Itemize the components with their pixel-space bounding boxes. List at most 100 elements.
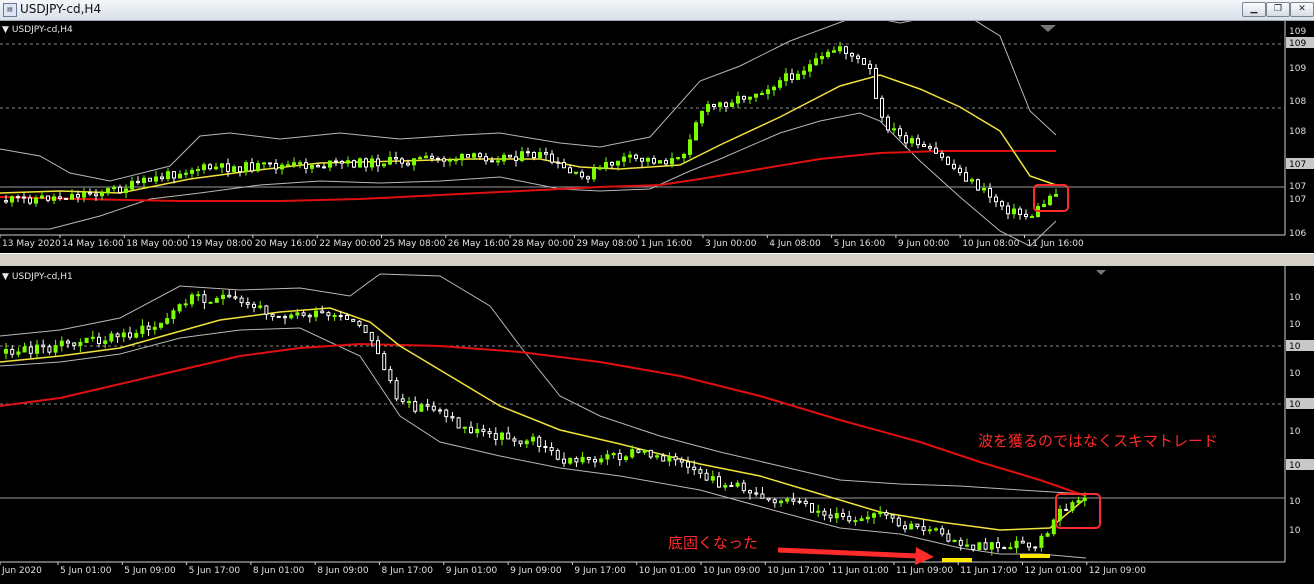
- candle-body: [283, 316, 287, 319]
- time-label: 9 Jun 17:00: [574, 566, 626, 576]
- candle-body: [742, 95, 746, 100]
- close-button[interactable]: ✕: [1290, 2, 1314, 17]
- candle-body: [232, 166, 236, 172]
- candle-body: [983, 542, 988, 550]
- candle-body: [766, 497, 771, 501]
- candle-body: [289, 314, 294, 319]
- candle-body: [838, 46, 842, 52]
- bottomed-annotation: 底固くなった: [668, 534, 759, 552]
- time-label: 25 May 08:00: [384, 239, 446, 249]
- candle-body: [400, 398, 405, 403]
- candle-body: [454, 159, 458, 162]
- candle-body: [298, 162, 302, 165]
- candle-body: [994, 196, 998, 203]
- candle-body: [352, 160, 356, 168]
- candle-body: [16, 196, 20, 199]
- candle-body: [250, 162, 254, 172]
- candle-body: [610, 161, 614, 166]
- candle-body: [676, 157, 680, 160]
- candle-body: [1048, 195, 1052, 206]
- candle-body: [90, 336, 95, 339]
- candle-body: [1002, 547, 1007, 550]
- candle-body: [736, 95, 740, 104]
- candle-body: [118, 186, 122, 193]
- candle-body: [717, 476, 721, 488]
- time-label: 28 May 00:00: [512, 239, 574, 249]
- candle-body: [874, 67, 878, 99]
- chart-splitter[interactable]: [0, 253, 1314, 267]
- candle-body: [934, 147, 938, 154]
- skim-trade-annotation: 波を獲るのではなくスキマトレード: [978, 432, 1219, 450]
- candle-body: [520, 151, 524, 161]
- candle-body: [388, 369, 393, 382]
- candle-body: [841, 513, 845, 517]
- candle-body: [152, 326, 157, 330]
- candle-body: [109, 333, 114, 342]
- candle-body: [778, 80, 782, 88]
- candle-body: [532, 152, 536, 159]
- candle-body: [172, 171, 176, 179]
- candle-body: [574, 457, 579, 463]
- candle-body: [673, 456, 678, 461]
- candle-body: [148, 177, 152, 182]
- candle-body: [1024, 213, 1028, 218]
- candle-body: [128, 332, 132, 338]
- candle-body: [790, 73, 794, 80]
- candle-body: [78, 341, 83, 346]
- candle-body: [1000, 201, 1004, 207]
- candle-body: [328, 160, 332, 168]
- candle-body: [322, 166, 326, 169]
- candle-body: [369, 331, 374, 342]
- candle-body: [970, 179, 974, 182]
- candle-body: [1051, 519, 1056, 535]
- candle-body: [214, 298, 219, 303]
- candle-body: [334, 160, 338, 163]
- candle-body: [952, 163, 956, 169]
- candle-body: [226, 163, 230, 172]
- candle-body: [202, 164, 206, 171]
- time-label: 26 May 16:00: [448, 239, 510, 249]
- candle-body: [424, 155, 428, 159]
- candle-body: [574, 171, 578, 174]
- h1-chart-canvas[interactable]: 10 10 10 10 10 10 10 10 10 Jun 2020 5 Jun 01:00 5 J…: [0, 266, 1314, 584]
- candle-body: [537, 436, 542, 447]
- candle-body: [124, 188, 128, 193]
- candle-body: [622, 156, 626, 162]
- time-label: 10 Jun 01:00: [639, 566, 696, 576]
- candle-body: [880, 97, 884, 118]
- candle-body: [1042, 204, 1046, 208]
- h4-chart-panel[interactable]: ▼ USDJPY-cd,H4 109 109 109 108 108 107 107 107 10…: [0, 21, 1314, 253]
- minimize-button[interactable]: ▁: [1242, 2, 1266, 17]
- candle-body: [886, 116, 890, 131]
- candle-body: [617, 453, 622, 460]
- candle-body: [664, 160, 668, 165]
- candle-body: [704, 472, 709, 481]
- candle-body: [34, 197, 38, 204]
- candle-body: [466, 153, 470, 158]
- time-label: 9 Jun 00:00: [898, 239, 950, 249]
- price-label: 109: [1289, 64, 1306, 74]
- candle-body: [160, 176, 164, 180]
- candle-body: [568, 167, 572, 174]
- time-label: 20 May 16:00: [255, 239, 317, 249]
- price-label: 108: [1289, 127, 1306, 137]
- candle-body: [946, 156, 950, 165]
- candle-body: [221, 294, 225, 300]
- candle-body: [872, 513, 876, 518]
- candle-body: [977, 542, 982, 551]
- candle-body: [682, 153, 686, 159]
- candle-body: [976, 179, 980, 191]
- h4-chart-canvas[interactable]: 109 109 109 108 108 107 107 107 106 13 May 2020 14…: [0, 21, 1314, 253]
- chart-window-icon: ▤: [3, 3, 17, 17]
- candle-body: [518, 440, 523, 445]
- candle-body: [1039, 535, 1044, 548]
- h1-chart-panel[interactable]: ▼ USDJPY-cd,H1 10 10 10 10 10 10 10 10 10 Jun 2020…: [0, 266, 1314, 584]
- candle-body: [481, 428, 486, 433]
- candle-body: [304, 162, 308, 169]
- restore-button[interactable]: ❐: [1266, 2, 1290, 17]
- candle-body: [1018, 208, 1022, 215]
- candle-body: [611, 453, 616, 456]
- candle-body: [4, 200, 8, 203]
- candle-body: [76, 194, 80, 198]
- candle-body: [22, 196, 26, 199]
